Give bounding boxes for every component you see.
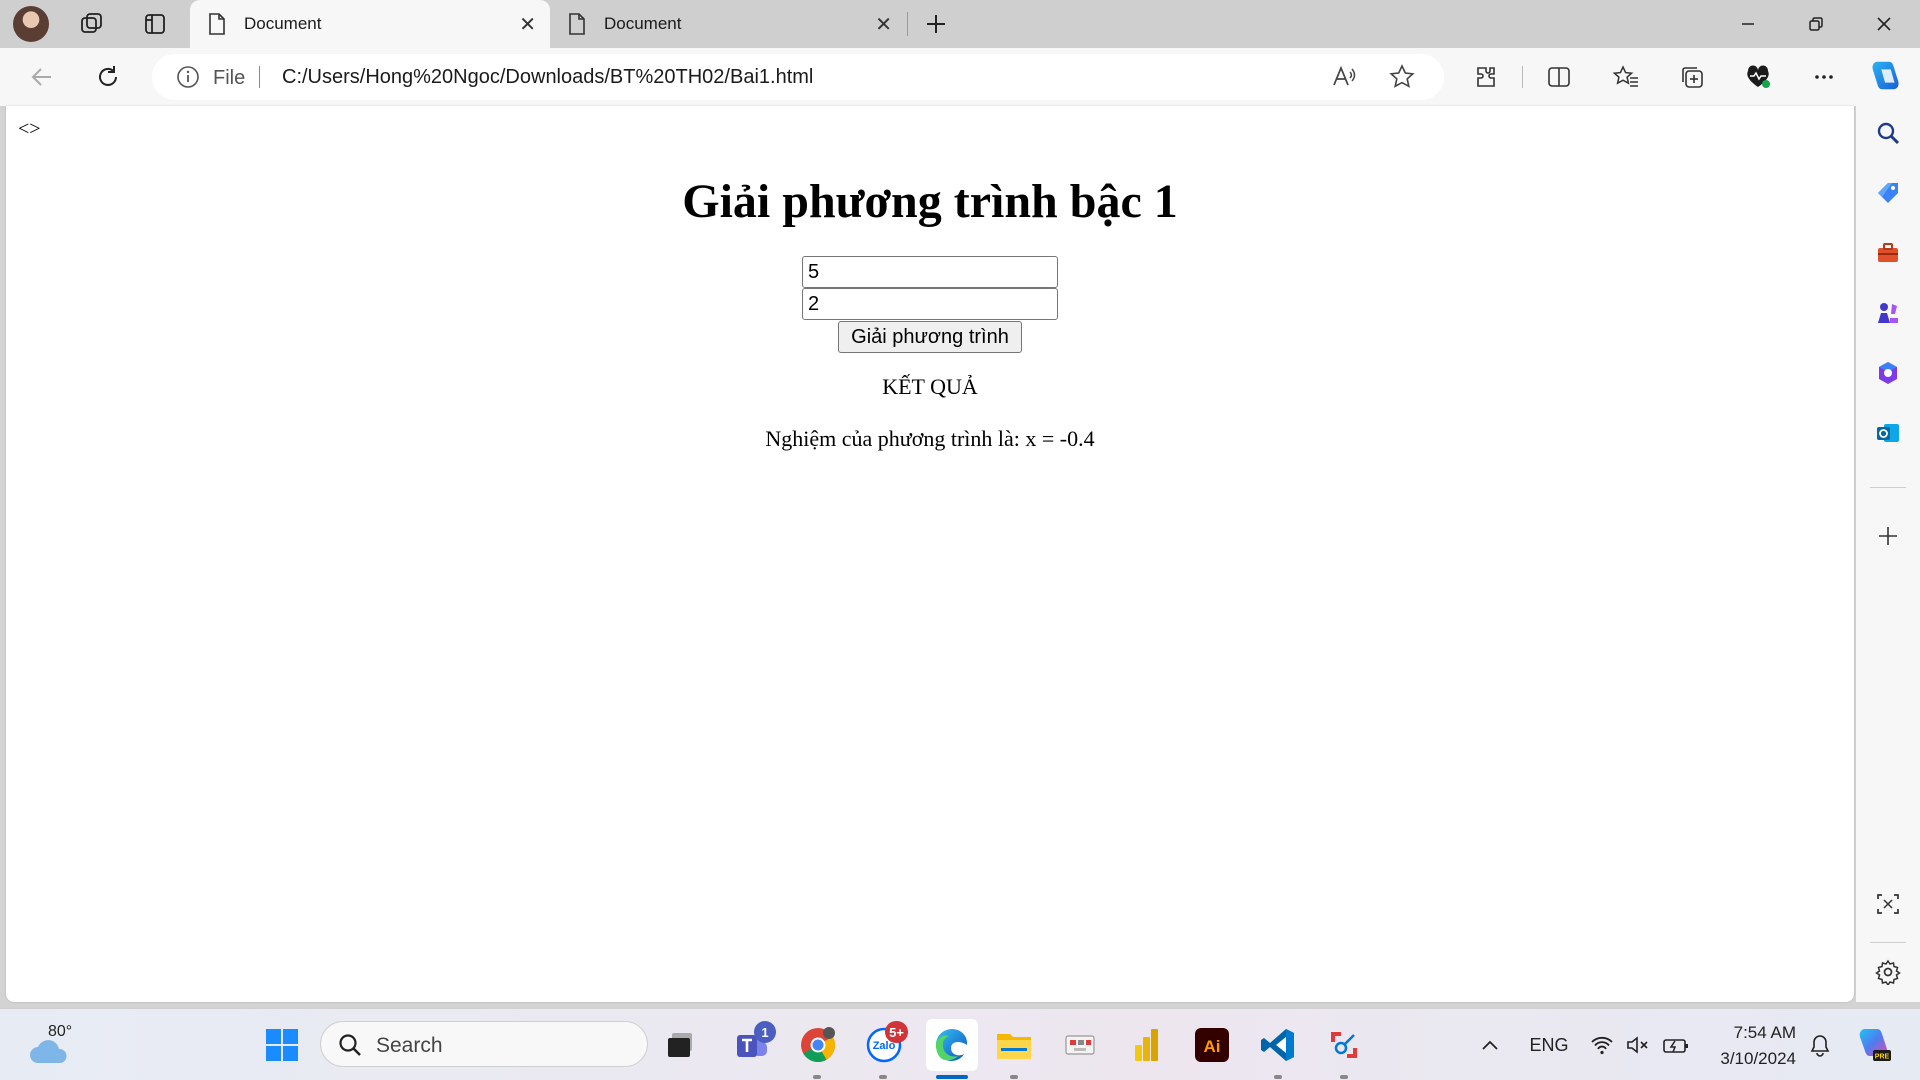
address-separator [259,66,260,88]
split-screen-icon[interactable] [1541,59,1577,95]
sidebar-tools-icon[interactable] [1870,235,1906,271]
svg-text:PRE: PRE [1875,1054,1890,1061]
taskbar-search[interactable]: Search [320,1021,648,1067]
document-icon [206,13,228,35]
page-viewport: <> Giải phương trình bậc 1 Giải phương t… [6,106,1854,1002]
svg-text:Ai: Ai [1204,1037,1221,1056]
power-bi-icon[interactable] [1124,1023,1168,1067]
scheme-label: File [213,67,246,89]
sidebar-shopping-icon[interactable] [1870,175,1906,211]
edge-icon[interactable] [926,1019,978,1071]
chrome-icon[interactable] [796,1023,840,1067]
teams-badge: 1 [754,1021,776,1043]
solve-button[interactable]: Giải phương trình [838,321,1022,353]
weather-cloud-icon[interactable] [28,1037,68,1072]
stray-tag-text: <> [18,118,41,140]
clock-time[interactable]: 7:54 AM [1724,1023,1796,1043]
snipping-running-dot [1340,1075,1348,1079]
tab-document[interactable]: Document ✕ [550,0,906,48]
coefficient-b-input[interactable] [802,288,1058,320]
battery-charging-icon[interactable] [1660,1031,1692,1059]
refresh-icon[interactable] [88,57,128,97]
sidebar-divider [1870,487,1906,488]
read-aloud-icon[interactable] [1326,59,1362,95]
site-info-icon[interactable] [176,65,200,94]
tab-actions-icon[interactable] [137,6,173,42]
vscode-icon[interactable] [1256,1023,1300,1067]
illustrator-icon[interactable]: Ai [1190,1023,1234,1067]
vscode-running-dot [1274,1075,1282,1079]
profile-avatar[interactable] [13,6,49,42]
document-icon [566,13,588,35]
notifications-bell-icon[interactable] [1806,1031,1834,1059]
sidebar-divider [1870,942,1906,943]
edge-sidebar [1856,106,1920,1002]
sidebar-outlook-icon[interactable] [1870,415,1906,451]
restore-icon[interactable] [1784,0,1848,48]
zalo-running-dot [879,1075,887,1079]
sidebar-add-icon[interactable] [1870,518,1906,554]
browser-essentials-icon[interactable] [1740,59,1776,95]
page-title: Giải phương trình bậc 1 [682,175,1178,228]
workspaces-icon[interactable] [74,6,110,42]
extensions-icon[interactable] [1468,59,1504,95]
favorite-star-icon[interactable] [1384,59,1420,95]
start-windows-icon[interactable] [260,1023,304,1067]
tab-title: Document [244,14,322,33]
network-app-icon[interactable] [1058,1023,1102,1067]
snipping-tool-icon[interactable] [1322,1023,1366,1067]
tab-strip: Document ✕ Document ✕ [0,0,1920,48]
search-label: Search [376,1034,443,1057]
favorites-icon[interactable] [1608,59,1644,95]
close-tab-icon[interactable]: ✕ [875,12,892,37]
show-hidden-icons-chevron-icon[interactable] [1476,1031,1504,1059]
more-options-icon[interactable] [1806,59,1842,95]
zalo-icon[interactable]: Zalo 5+ [862,1021,908,1067]
page-content: Giải phương trình bậc 1 Giải phương trìn… [6,174,1854,453]
address-toolbar: File C:/Users/Hong%20Ngoc/Downloads/BT%2… [0,48,1920,106]
volume-muted-icon[interactable] [1624,1031,1652,1059]
sidebar-screenshot-icon[interactable] [1870,886,1906,922]
zalo-badge: 5+ [885,1021,908,1043]
clock-date[interactable]: 3/10/2024 [1700,1049,1796,1069]
copilot-preview-icon[interactable]: PRE [1852,1023,1896,1067]
sidebar-settings-icon[interactable] [1870,954,1906,990]
wifi-icon[interactable] [1588,1031,1616,1059]
language-indicator[interactable]: ENG [1524,1031,1574,1059]
weather-temperature[interactable]: 80° [48,1023,72,1041]
explorer-running-dot [1010,1075,1018,1079]
windows-taskbar: 80° Search 1 Zalo 5+ Ai ENG 7:54 AM 3/10… [0,1008,1920,1080]
copilot-icon[interactable] [1868,58,1904,94]
toolbar-divider [1522,66,1523,88]
back-icon[interactable] [22,57,62,97]
new-tab-icon[interactable] [918,6,954,42]
result-heading: KẾT QUẢ [882,374,978,399]
search-icon [337,1032,363,1063]
close-window-icon[interactable] [1852,0,1916,48]
edge-active-indicator [936,1075,968,1079]
tab-title: Document [604,14,682,33]
sidebar-search-icon[interactable] [1870,115,1906,151]
address-bar[interactable]: File C:/Users/Hong%20Ngoc/Downloads/BT%2… [152,54,1444,100]
url-text[interactable]: C:/Users/Hong%20Ngoc/Downloads/BT%20TH02… [282,66,813,89]
task-view-icon[interactable] [658,1023,702,1067]
coefficient-a-input[interactable] [802,256,1058,288]
tab-divider [907,12,908,36]
teams-icon[interactable]: 1 [730,1021,776,1067]
chrome-running-dot [813,1075,821,1079]
sidebar-m365-icon[interactable] [1870,355,1906,391]
minimize-icon[interactable] [1716,0,1780,48]
collections-icon[interactable] [1674,59,1710,95]
close-tab-icon[interactable]: ✕ [519,12,536,37]
sidebar-games-icon[interactable] [1870,295,1906,331]
result-text: Nghiệm của phương trình là: x = -0.4 [765,426,1095,451]
tab-document-active[interactable]: Document ✕ [190,0,550,48]
file-explorer-icon[interactable] [992,1023,1036,1067]
